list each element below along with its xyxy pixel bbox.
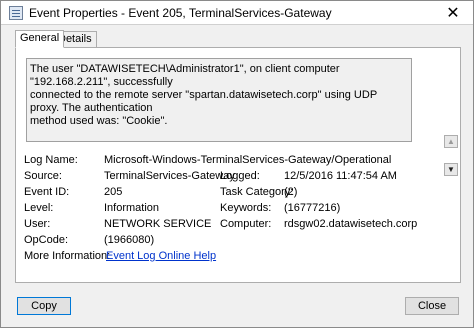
close-window-icon[interactable]: ✕ <box>433 1 473 24</box>
level-label: Level: <box>24 202 54 214</box>
opcode-label: OpCode: <box>24 234 69 246</box>
copy-button[interactable]: Copy <box>17 297 71 315</box>
log-name-label: Log Name: <box>24 154 78 166</box>
user-value: NETWORK SERVICE <box>104 218 212 230</box>
log-name-value: Microsoft-Windows-TerminalServices-Gatew… <box>104 154 392 166</box>
event-description[interactable]: The user "DATAWISETECH\Administrator1", … <box>26 58 412 142</box>
level-value: Information <box>104 202 160 214</box>
computer-value: rdsgw02.datawisetech.corp <box>284 218 418 230</box>
close-button[interactable]: Close <box>405 297 459 315</box>
event-viewer-icon <box>9 6 23 20</box>
title-bar: Event Properties - Event 205, TerminalSe… <box>1 1 473 25</box>
user-label: User: <box>24 218 51 230</box>
general-panel: The user "DATAWISETECH\Administrator1", … <box>15 47 461 283</box>
event-properties-window: Event Properties - Event 205, TerminalSe… <box>0 0 474 328</box>
task-category-value: (2) <box>284 186 298 198</box>
description-line: method used was: "Cookie". <box>30 115 168 127</box>
task-category-label: Task Category: <box>220 186 294 198</box>
tab-general[interactable]: General <box>15 30 65 48</box>
more-information-label: More Information: <box>24 250 111 262</box>
window-title: Event Properties - Event 205, TerminalSe… <box>29 6 332 20</box>
previous-event-arrow-icon[interactable]: ▲ <box>444 135 458 148</box>
event-log-online-help-link[interactable]: Event Log Online Help <box>106 250 216 262</box>
logged-value: 12/5/2016 11:47:54 AM <box>284 170 397 182</box>
computer-label: Computer: <box>220 218 272 230</box>
next-event-arrow-icon[interactable]: ▼ <box>444 163 458 176</box>
event-id-value: 205 <box>104 186 123 198</box>
source-label: Source: <box>24 170 62 182</box>
keywords-label: Keywords: <box>220 202 272 214</box>
logged-label: Logged: <box>220 170 260 182</box>
description-line: The user "DATAWISETECH\Administrator1", … <box>30 63 340 88</box>
keywords-value: (16777216) <box>284 202 341 214</box>
description-line: connected to the remote server "spartan.… <box>30 89 377 114</box>
event-id-label: Event ID: <box>24 186 70 198</box>
source-value: TerminalServices-Gateway <box>104 170 235 182</box>
opcode-value: (1966080) <box>104 234 155 246</box>
